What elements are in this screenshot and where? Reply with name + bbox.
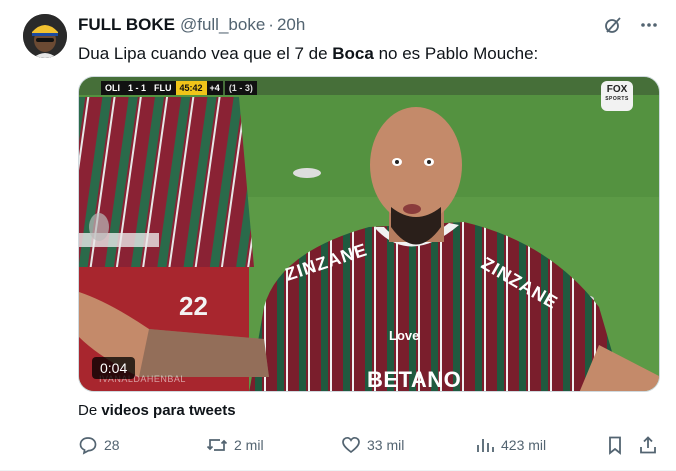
like-button[interactable]: 33 mil: [341, 433, 404, 457]
repost-count: 2 mil: [234, 437, 264, 453]
like-count: 33 mil: [367, 437, 405, 453]
scorebug-away: FLU: [150, 81, 176, 95]
video-frame: 22: [79, 77, 659, 391]
display-name[interactable]: FULL BOKE: [78, 15, 175, 35]
tweet-text-bold: Boca: [332, 44, 374, 63]
jersey-love-text: Love: [389, 328, 420, 343]
bookmark-icon: [609, 436, 621, 455]
source-link[interactable]: videos para tweets: [101, 402, 235, 419]
repost-button[interactable]: 2 mil: [206, 433, 264, 457]
share-icon: [640, 436, 656, 454]
tweet-text-part: Dua Lipa cuando vea que el 7 de: [78, 44, 333, 63]
scorebug-aggregate: (1 - 3): [224, 81, 257, 95]
more-icon[interactable]: [638, 14, 660, 36]
tweet-actions: 28 2 mil 33 mil 423 mil: [78, 433, 660, 457]
view-count: 423 mil: [501, 437, 547, 453]
share-button[interactable]: [638, 433, 658, 457]
grok-icon[interactable]: [602, 14, 624, 36]
separator-dot: ·: [268, 15, 274, 34]
source-prefix: De: [78, 402, 102, 419]
repost-icon: [206, 439, 228, 451]
video-source: De videos para tweets: [78, 402, 236, 419]
header-actions: [602, 14, 660, 36]
bookmark-button[interactable]: [605, 433, 625, 457]
scorebug-added-time: +4: [206, 81, 223, 95]
scorebug-clock: 45:42: [175, 81, 207, 95]
user-handle[interactable]: @full_boke: [180, 15, 265, 35]
svg-text:22: 22: [179, 291, 208, 321]
reply-button[interactable]: 28: [78, 433, 120, 457]
broadcaster-logo: FOX SPORTS: [601, 81, 633, 111]
avatar-image: [23, 14, 67, 58]
tweet-text: Dua Lipa cuando vea que el 7 de Boca no …: [78, 43, 538, 65]
broadcaster-name: FOX: [606, 84, 628, 95]
heart-icon: [342, 436, 360, 454]
scorebug: OLI 1 - 1 FLU 45:42 +4 (1 - 3): [101, 81, 257, 95]
tweet-text-part: no es Pablo Mouche:: [373, 44, 539, 63]
post-time[interactable]: 20h: [277, 15, 305, 35]
views-icon: [477, 439, 494, 452]
reply-icon: [79, 437, 97, 455]
video-player[interactable]: 22 OLI 1 - 1 FLU 45:42 +4 (1 - 3) FOX SP…: [78, 76, 660, 392]
broadcaster-sub: SPORTS: [605, 96, 629, 102]
avatar[interactable]: [23, 14, 67, 58]
scorebug-score: 1 - 1: [124, 81, 151, 95]
views-button[interactable]: 423 mil: [475, 433, 546, 457]
reply-count: 28: [104, 437, 120, 453]
jersey-main-sponsor: BETANO: [367, 367, 462, 392]
video-duration: 0:04: [92, 357, 136, 379]
scorebug-home: OLI: [101, 81, 124, 95]
tweet[interactable]: FULL BOKE @full_boke · 20h Dua Lipa cuan…: [0, 0, 676, 471]
tweet-header: FULL BOKE @full_boke · 20h: [78, 14, 305, 36]
